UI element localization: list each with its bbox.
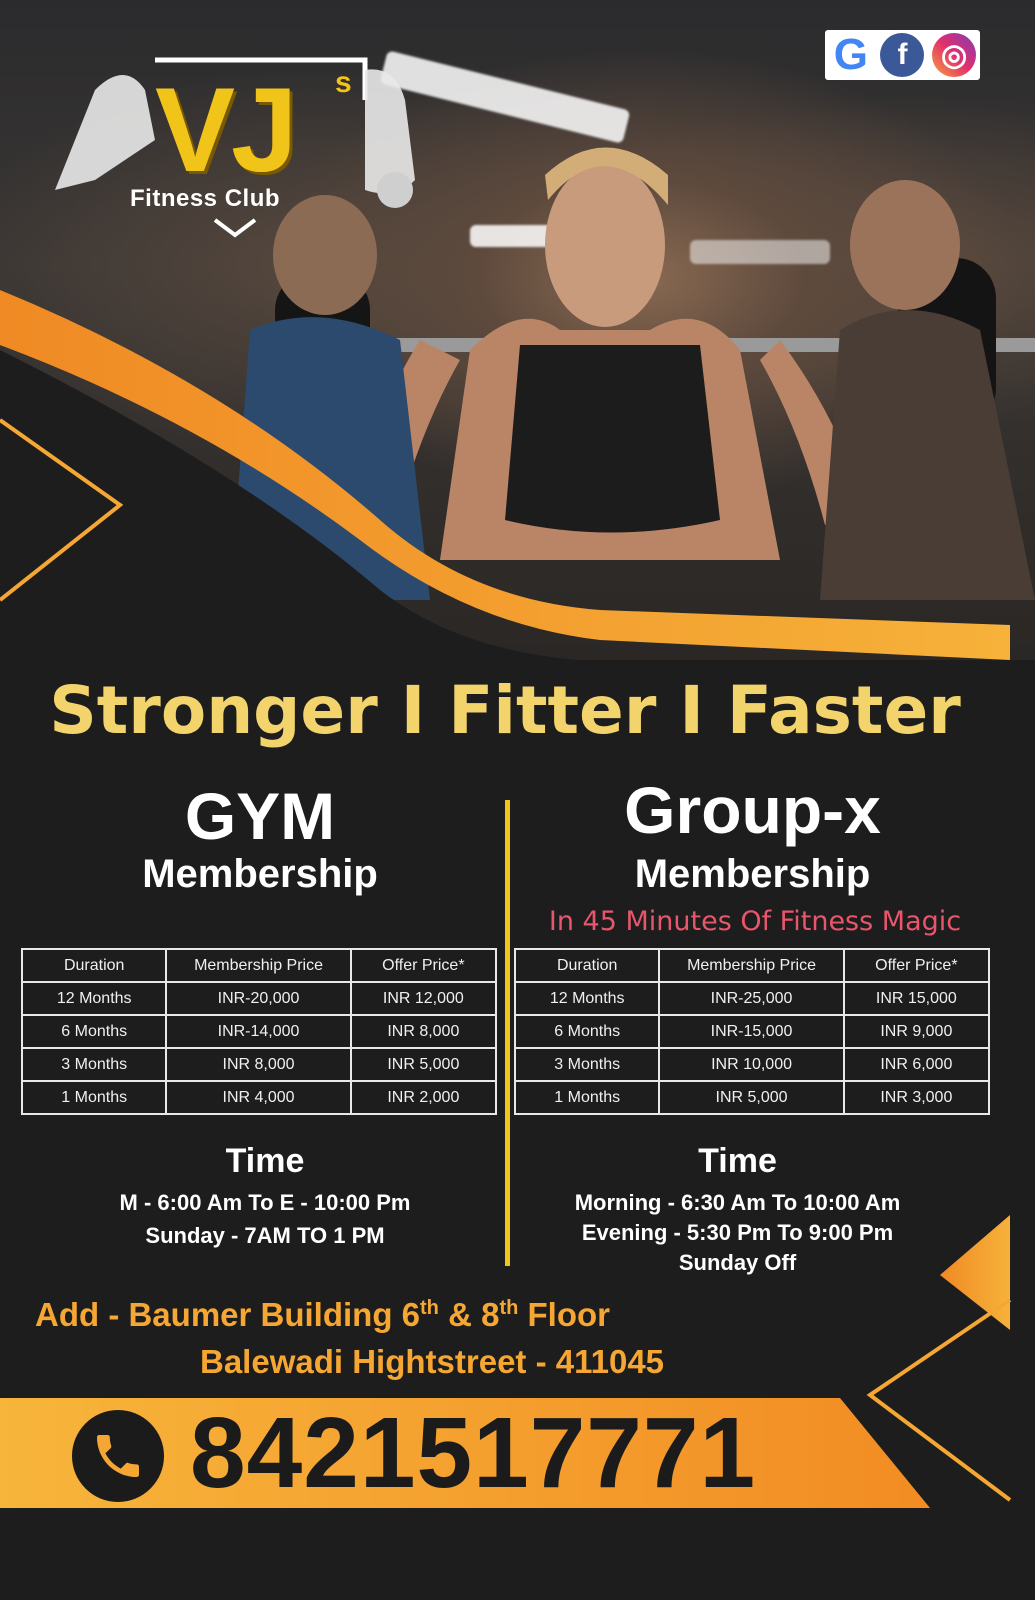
groupx-subtitle: Membership (634, 852, 871, 896)
groupx-time-line: Sunday Off (678, 1250, 797, 1275)
phone-icon[interactable] (72, 1410, 164, 1502)
address-line-1: Add - Baumer Building 6th & 8th Floor (35, 1296, 610, 1334)
duration-cell: 12 Months (20, 981, 168, 1016)
price-cell: INR 10,000 (658, 1047, 845, 1082)
table-header-row: Duration Membership Price Offer Price* (20, 948, 498, 983)
instagram-icon[interactable]: ◎ (932, 33, 977, 77)
offer-cell: INR 9,000 (842, 1014, 991, 1049)
table-header-row: Duration Membership Price Offer Price* (513, 948, 991, 983)
table-row: 3 Months INR 8,000 INR 5,000 (20, 1047, 498, 1082)
header-duration: Duration (20, 948, 168, 983)
duration-cell: 1 Months (20, 1080, 168, 1115)
duration-cell: 12 Months (513, 981, 661, 1016)
table-row: 12 Months INR-20,000 INR 12,000 (20, 981, 498, 1016)
price-cell: INR 8,000 (165, 1047, 352, 1082)
groupx-tagline: In 45 Minutes Of Fitness Magic (548, 906, 962, 937)
duration-cell: 3 Months (20, 1047, 168, 1082)
header-offer-price: Offer Price* (842, 948, 991, 983)
offer-cell: INR 15,000 (842, 981, 991, 1016)
price-cell: INR 4,000 (165, 1080, 352, 1115)
header-offer-price: Offer Price* (349, 948, 498, 983)
price-cell: INR-14,000 (165, 1014, 352, 1049)
offer-cell: INR 12,000 (349, 981, 498, 1016)
brand-logo: VJ s Fitness Club (35, 30, 425, 240)
price-cell: INR-20,000 (165, 981, 352, 1016)
gym-subtitle: Membership (142, 852, 378, 896)
address-text: Floor (518, 1296, 610, 1333)
gym-time-line: M - 6:00 Am To E - 10:00 Pm (119, 1190, 411, 1215)
social-badges: G f ◎ (825, 30, 980, 80)
gym-time-title: Time (225, 1142, 305, 1180)
headline: Stronger I Fitter I Faster (49, 672, 961, 749)
header-membership-price: Membership Price (165, 948, 352, 983)
logo-superscript: s (335, 66, 352, 99)
gym-price-table: Duration Membership Price Offer Price* 1… (20, 948, 498, 1115)
logo-subtitle: Fitness Club (130, 185, 281, 212)
table-row: 3 Months INR 10,000 INR 6,000 (513, 1047, 991, 1082)
table-row: 1 Months INR 5,000 INR 3,000 (513, 1080, 991, 1115)
address-text: Add - Baumer Building 6 (35, 1296, 421, 1333)
table-row: 6 Months INR-15,000 INR 9,000 (513, 1014, 991, 1049)
duration-cell: 6 Months (513, 1014, 661, 1049)
address-line-2: Balewadi Hightstreet - 411045 (200, 1343, 665, 1380)
groupx-price-table: Duration Membership Price Offer Price* 1… (513, 948, 991, 1115)
header-membership-price: Membership Price (658, 948, 845, 983)
groupx-time-title: Time (698, 1142, 777, 1180)
groupx-title: Group-x (624, 773, 881, 847)
table-row: 6 Months INR-14,000 INR 8,000 (20, 1014, 498, 1049)
ordinal-suffix: th (420, 1297, 439, 1319)
duration-cell: 3 Months (513, 1047, 661, 1082)
offer-cell: INR 8,000 (349, 1014, 498, 1049)
duration-cell: 1 Months (513, 1080, 661, 1115)
duration-cell: 6 Months (20, 1014, 168, 1049)
offer-cell: INR 5,000 (349, 1047, 498, 1082)
address-text: & 8 (438, 1296, 500, 1333)
poster: VJ s Fitness Club G f ◎ Stronger I Fitte… (0, 0, 1035, 1600)
groupx-time-line: Evening - 5:30 Pm To 9:00 Pm (581, 1220, 894, 1245)
offer-cell: INR 3,000 (842, 1080, 991, 1115)
header-duration: Duration (513, 948, 661, 983)
table-row: 1 Months INR 4,000 INR 2,000 (20, 1080, 498, 1115)
groupx-time-line: Morning - 6:30 Am To 10:00 Am (574, 1190, 901, 1215)
phone-number[interactable]: 8421517771 (190, 1403, 756, 1503)
price-cell: INR 5,000 (658, 1080, 845, 1115)
gym-time-line: Sunday - 7AM TO 1 PM (145, 1223, 385, 1248)
facebook-icon[interactable]: f (880, 33, 925, 77)
table-row: 12 Months INR-25,000 INR 15,000 (513, 981, 991, 1016)
price-cell: INR-15,000 (658, 1014, 845, 1049)
offer-cell: INR 6,000 (842, 1047, 991, 1082)
logo-wordmark: VJ (155, 63, 298, 197)
offer-cell: INR 2,000 (349, 1080, 498, 1115)
price-cell: INR-25,000 (658, 981, 845, 1016)
google-icon[interactable]: G (828, 30, 873, 79)
ordinal-suffix: th (499, 1297, 519, 1319)
gym-title: GYM (184, 779, 336, 853)
